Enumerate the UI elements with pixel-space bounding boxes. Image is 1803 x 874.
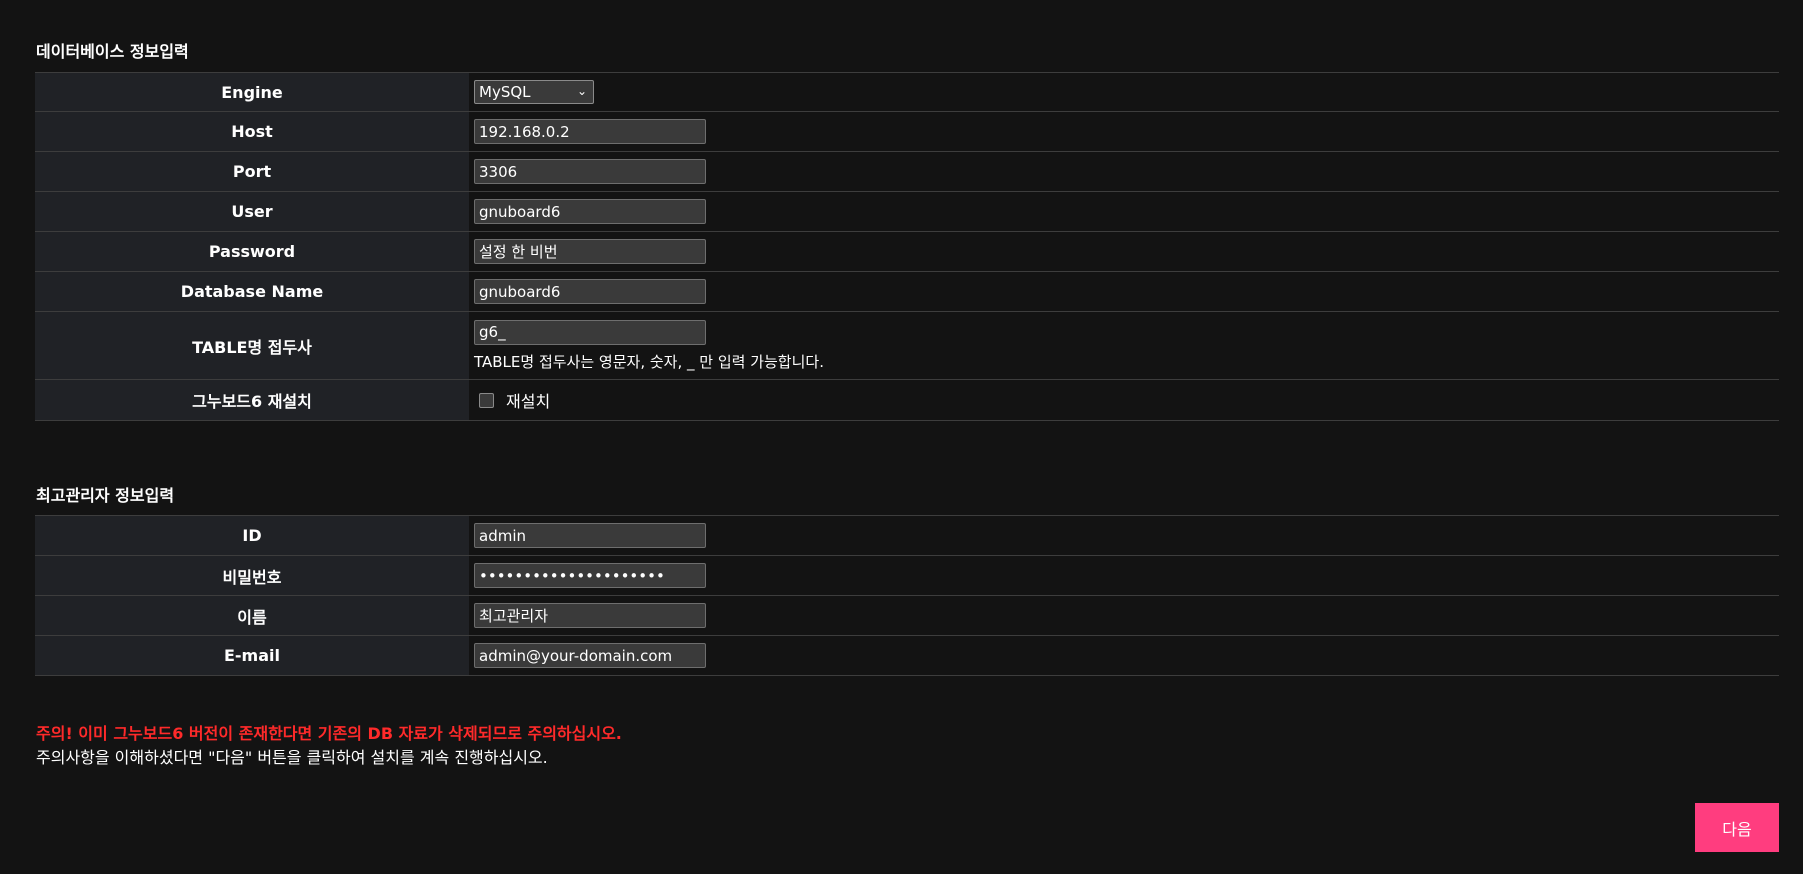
database-name-label: Database Name <box>35 271 469 312</box>
reinstall-label: 그누보드6 재설치 <box>35 379 469 421</box>
admin-id-input[interactable] <box>474 523 706 548</box>
user-input[interactable] <box>474 199 706 224</box>
admin-name-row: 이름 <box>35 595 1779 636</box>
warning-text: 주의! 이미 그누보드6 버전이 존재한다면 기존의 DB 자료가 삭제되므로 … <box>36 724 622 743</box>
reinstall-checkbox[interactable] <box>479 392 494 408</box>
host-input[interactable] <box>474 119 706 144</box>
admin-password-label: 비밀번호 <box>35 555 469 596</box>
admin-form-table: ID 비밀번호 이름 E-mail <box>35 515 1779 676</box>
table-prefix-label: TABLE명 접두사 <box>35 311 469 380</box>
table-prefix-help: TABLE명 접두사는 영문자, 숫자, _ 만 입력 가능합니다. <box>474 352 824 371</box>
port-label: Port <box>35 151 469 192</box>
admin-id-row: ID <box>35 515 1779 556</box>
database-name-row: Database Name <box>35 271 1779 312</box>
admin-email-label: E-mail <box>35 635 469 676</box>
chevron-down-icon: ⌄ <box>576 84 587 98</box>
admin-password-row: 비밀번호 <box>35 555 1779 596</box>
admin-name-input[interactable] <box>474 603 706 628</box>
engine-select[interactable]: MySQL ⌄ <box>474 80 594 104</box>
info-text: 주의사항을 이해하셨다면 "다음" 버튼을 클릭하여 설치를 계속 진행하십시오… <box>36 748 548 767</box>
host-label: Host <box>35 111 469 152</box>
database-section-title: 데이터베이스 정보입력 <box>36 42 189 61</box>
user-row: User <box>35 191 1779 232</box>
admin-email-row: E-mail <box>35 635 1779 676</box>
table-prefix-input[interactable] <box>474 319 706 345</box>
reinstall-option[interactable]: 재설치 <box>474 388 550 412</box>
db-password-row: Password <box>35 231 1779 272</box>
port-row: Port <box>35 151 1779 192</box>
admin-password-input[interactable] <box>474 563 706 588</box>
engine-label: Engine <box>35 72 469 112</box>
host-row: Host <box>35 111 1779 152</box>
db-password-label: Password <box>35 231 469 272</box>
admin-id-label: ID <box>35 515 469 556</box>
admin-email-input[interactable] <box>474 643 706 668</box>
user-label: User <box>35 191 469 232</box>
install-notice: 주의! 이미 그누보드6 버전이 존재한다면 기존의 DB 자료가 삭제되므로 … <box>36 722 622 770</box>
reinstall-checkbox-label[interactable]: 재설치 <box>506 388 550 412</box>
database-form-table: Engine MySQL ⌄ Host Port User <box>35 72 1779 421</box>
engine-row: Engine MySQL ⌄ <box>35 72 1779 112</box>
engine-selected-value: MySQL <box>479 83 531 101</box>
db-password-input[interactable] <box>474 239 706 264</box>
reinstall-row: 그누보드6 재설치 재설치 <box>35 379 1779 421</box>
install-page: 데이터베이스 정보입력 Engine MySQL ⌄ Host Port Us <box>0 0 1803 874</box>
admin-name-label: 이름 <box>35 595 469 636</box>
database-name-input[interactable] <box>474 279 706 304</box>
admin-section-title: 최고관리자 정보입력 <box>36 486 175 505</box>
next-button[interactable]: 다음 <box>1695 803 1779 852</box>
table-prefix-row: TABLE명 접두사 TABLE명 접두사는 영문자, 숫자, _ 만 입력 가… <box>35 311 1779 380</box>
port-input[interactable] <box>474 159 706 184</box>
